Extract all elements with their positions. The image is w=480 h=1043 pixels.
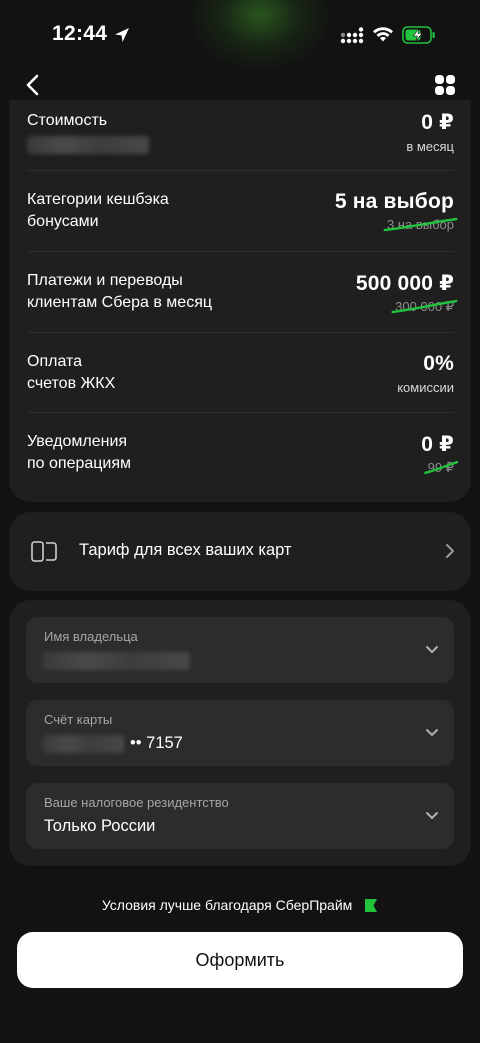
row-label: Стоимость [27,112,108,129]
divider [27,251,454,252]
cellular-signal-icon [340,27,364,44]
divider [27,332,454,333]
strikethrough-mark [391,299,458,314]
row-value: 500 000 ₽ [355,272,454,295]
owner-name-label: Имя владельца [44,629,138,644]
chevron-down-icon [426,646,438,653]
card-account-value: •• 7157 [130,734,183,752]
tariff-row-cashback: Категории кешбэка бонусами 5 на выбор 3 … [27,189,458,239]
back-chevron-icon[interactable] [20,72,46,98]
row-old-value: 3 на выбор [383,217,458,232]
tariff-row-transfers: Платежи и переводы клиентам Сбера в меся… [27,270,458,320]
strikethrough-mark [423,460,458,475]
battery-charging-icon [402,26,435,44]
grid-menu-icon[interactable] [434,74,456,96]
location-arrow-icon [115,28,129,42]
row-label: Уведомления [27,433,128,450]
row-value: 0 ₽ [421,111,454,134]
redacted-text [27,136,149,154]
tariff-row-notifications: Уведомления по операциям 0 ₽ 99 ₽ [27,431,458,481]
owner-name-field[interactable]: Имя владельца [26,617,454,683]
row-old-value: 99 ₽ [423,460,458,476]
tax-residency-value: Только России [44,817,156,835]
all-cards-label: Тариф для всех ваших карт [79,541,292,559]
promo-text: Условия лучше благодаря СберПрайм [101,897,353,913]
card-account-label: Счёт карты [44,712,113,727]
row-subtext: в месяц [406,139,454,154]
status-bar: 12:44 [0,0,480,70]
redacted-owner-name [42,652,190,670]
chevron-right-icon [446,544,454,558]
submit-button[interactable]: Оформить [17,932,463,988]
divider [27,170,454,171]
row-old-value: 300 000 ₽ [391,299,458,315]
tariff-row-cost: Стоимость 0 ₽ в месяц [27,110,454,160]
row-value: 5 на выбор [334,190,454,213]
tax-residency-label: Ваше налоговое резидентство [44,795,229,810]
sberprime-promo: Условия лучше благодаря СберПрайм [0,897,480,913]
redacted-account-prefix [42,735,124,753]
tax-residency-field[interactable]: Ваше налоговое резидентство Только Росси… [26,783,454,849]
divider [27,412,454,413]
row-value: 0% [423,352,454,375]
cards-icon [31,541,57,562]
chevron-down-icon [426,812,438,819]
card-account-field[interactable]: Счёт карты •• 7157 [26,700,454,766]
row-value: 0 ₽ [421,433,454,456]
wifi-icon [373,27,393,42]
sberprime-flag-icon [365,899,378,912]
card-details-form: Имя владельца Счёт карты •• 7157 Ваше на… [9,600,471,866]
row-label: Оплата [27,353,83,370]
tariff-row-utilities: Оплата счетов ЖКХ 0% комиссии [27,351,454,401]
row-subtext: комиссии [397,380,454,395]
tariff-details-card: Стоимость 0 ₽ в месяц Категории кешбэка … [9,100,471,502]
all-cards-tariff-link[interactable]: Тариф для всех ваших карт [9,512,471,591]
status-time: 12:44 [52,22,108,45]
row-label: счетов ЖКХ [27,375,116,392]
row-label: по операциям [27,455,132,472]
strikethrough-mark [383,217,458,232]
chevron-down-icon [426,729,438,736]
